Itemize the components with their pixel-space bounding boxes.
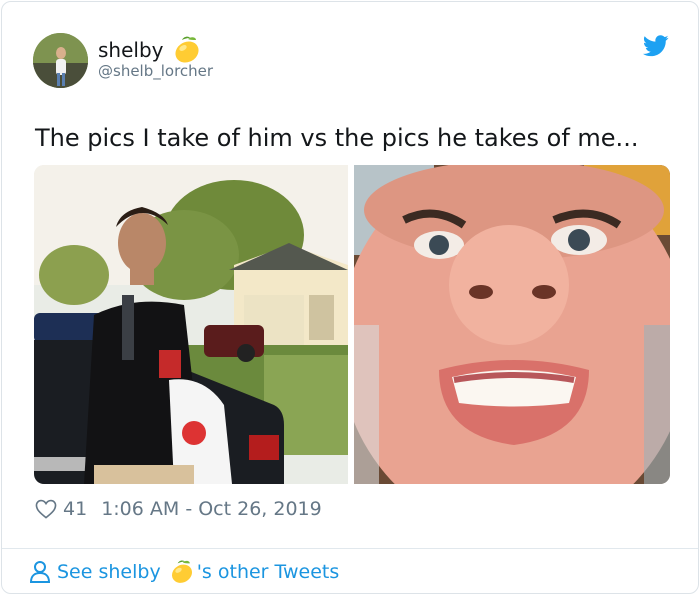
author-name-row[interactable]: shelby [98,35,202,65]
tweet-card: shelby @shelb_lorcher The pics I take of… [1,1,699,594]
twitter-bird-icon[interactable] [643,35,669,57]
author-display-name[interactable]: shelby [98,38,164,62]
lemon-icon [172,35,202,65]
tweet-photo-right[interactable] [354,165,670,484]
avatar[interactable] [33,33,88,88]
footer-link-prefix[interactable]: See shelby [57,561,161,583]
lemon-icon [169,559,195,585]
see-other-tweets-link[interactable]: See shelby 's other Tweets [29,558,339,586]
tweet-timestamp[interactable]: 1:06 AM - Oct 26, 2019 [101,498,322,520]
tweet-text: The pics I take of him vs the pics he ta… [35,124,639,152]
heart-icon[interactable] [35,499,57,519]
footer-divider [2,548,698,549]
author-handle[interactable]: @shelb_lorcher [98,62,213,80]
like-count[interactable]: 41 [63,498,87,520]
tweet-meta: 41 1:06 AM - Oct 26, 2019 [35,496,322,522]
tweet-photo-left[interactable] [34,165,348,484]
person-icon [29,561,51,583]
footer-link-suffix[interactable]: 's other Tweets [197,561,340,583]
